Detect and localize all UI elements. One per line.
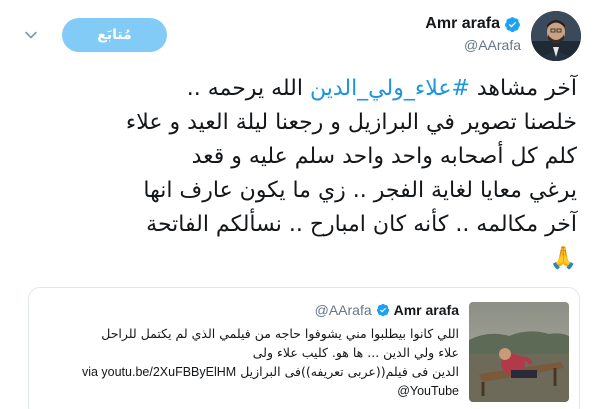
- profile-photo-icon: [531, 11, 581, 61]
- following-button[interactable]: مُتابَع: [62, 18, 167, 52]
- quote-line-1: اللي كانوا بيطلبوا مني يشوفوا حاجه من في…: [101, 326, 459, 341]
- quote-line-2: علاء ولي الدين ... ها هو. كليب علاء ولى: [252, 345, 459, 360]
- youtube-mention[interactable]: @YouTube: [29, 382, 459, 401]
- youtube-link[interactable]: via youtu.be/2XuFBByElHM: [82, 365, 236, 379]
- quote-author-handle[interactable]: @AArafa: [315, 302, 372, 318]
- tweet-line-3: كلم كل أصحابه واحد واحد سلم عليه و قعد: [191, 144, 577, 169]
- quote-line-3-arabic: الدين فى فيلم((عربى تعريفه))فى البرازيل: [240, 364, 459, 379]
- verified-badge-icon: [376, 303, 389, 317]
- tweet-line-5: آخر مكالمه .. كأنه كان امبارح .. نسألكم …: [146, 212, 577, 237]
- quote-author-row: @AArafa Amr arafa: [315, 302, 459, 318]
- quote-text: اللي كانوا بيطلبوا مني يشوفوا حاجه من في…: [29, 324, 459, 401]
- author-name-row: Amr arafa: [425, 15, 521, 33]
- tweet-text-segment: الله يرحمه ..: [186, 76, 310, 101]
- quoted-tweet-card[interactable]: @AArafa Amr arafa اللي كانوا بيطلبوا مني…: [28, 287, 580, 409]
- tweet-line-1: آخر مشاهد #علاء_ولي_الدين الله يرحمه ..: [187, 76, 577, 101]
- author-handle[interactable]: @AArafa: [425, 37, 521, 53]
- tweet-text-segment: آخر مشاهد: [469, 76, 577, 101]
- folded-hands-emoji-icon: 🙏: [549, 246, 577, 271]
- video-thumbnail[interactable]: [469, 302, 569, 402]
- chevron-down-icon[interactable]: [24, 28, 38, 42]
- avatar[interactable]: [531, 11, 581, 61]
- tweet-text: آخر مشاهد #علاء_ولي_الدين الله يرحمه .. …: [32, 72, 577, 276]
- tweet-line-2: خلصنا تصوير في البرازيل و رجعنا ليلة الع…: [125, 110, 577, 135]
- video-thumbnail-image-icon: [469, 302, 569, 402]
- quote-line-3: الدين فى فيلم((عربى تعريفه))فى البرازيل …: [29, 362, 459, 382]
- verified-badge-icon: [505, 16, 520, 32]
- tweet-line-4: يرغي معايا لغاية الفجر .. زي ما يكون عار…: [143, 178, 577, 203]
- quote-author-name[interactable]: Amr arafa: [394, 302, 459, 318]
- author-display-name[interactable]: Amr arafa: [425, 15, 500, 33]
- author-info[interactable]: Amr arafa @AArafa: [425, 15, 521, 53]
- hashtag-link[interactable]: #علاء_ولي_الدين: [310, 76, 470, 101]
- tweet-card: Amr arafa @AArafa مُتابَع آخر مشاهد #علا…: [0, 0, 597, 409]
